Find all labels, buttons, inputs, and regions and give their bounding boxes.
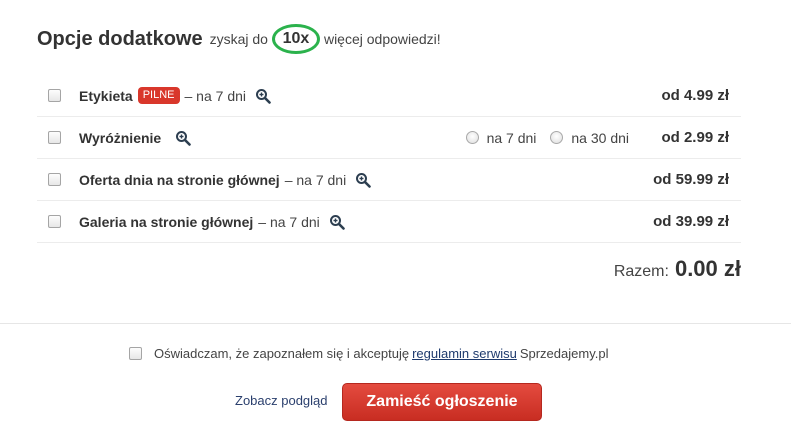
option-title: Galeria na stronie głównej – na 7 dni [79,214,345,230]
terms-link[interactable]: regulamin serwisu [412,346,517,361]
option-label: Wyróżnienie [79,129,162,146]
option-label: Etykieta [79,87,133,104]
zoom-icon[interactable] [255,88,271,104]
option-label: Oferta dnia na stronie głównej [79,171,280,188]
section-divider [0,323,791,324]
header-subtitle-after: więcej odpowiedzi! [323,31,441,47]
terms-text: Oświadczam, że zapoznałem się i akceptuj… [154,346,410,361]
total-summary: Razem: 0.00 zł [614,256,741,282]
duration-radio-group: na 7 dni na 30 dni [465,129,629,146]
submit-button[interactable]: Zamieść ogłoszenie [342,383,542,421]
option-checkbox[interactable] [48,131,61,144]
option-row-label: Etykieta PILNE – na 7 dni od 4.99 zł [37,75,741,117]
header-subtitle-before: zyskaj do [209,31,268,47]
terms-site-name: Sprzedajemy.pl [519,346,609,361]
option-duration: – na 7 dni [284,171,347,188]
option-label: Galeria na stronie głównej [79,213,254,230]
option-title: Oferta dnia na stronie głównej – na 7 dn… [79,171,372,188]
option-title: Wyróżnienie [79,129,192,146]
option-row-gallery: Galeria na stronie głównej – na 7 dni od… [37,201,741,243]
radio-30-days[interactable]: na 30 dni [550,130,629,146]
radio-button[interactable] [465,131,479,144]
total-label: Razem: [613,263,669,280]
radio-label: na 7 dni [486,129,537,146]
form-actions: Zobacz podgląd Zamieść ogłoszenie [0,383,791,421]
radio-button[interactable] [550,131,564,144]
option-title: Etykieta PILNE – na 7 dni [79,87,271,104]
option-row-offer-of-day: Oferta dnia na stronie głównej – na 7 dn… [37,159,741,201]
option-price: od 4.99 zł [661,87,729,104]
option-checkbox[interactable] [48,173,61,186]
option-checkbox[interactable] [48,215,61,228]
extra-options-header: Opcje dodatkowe zyskaj do 10x więcej odp… [37,22,441,56]
radio-7-days[interactable]: na 7 dni [465,129,537,146]
section-title: Opcje dodatkowe [37,27,203,50]
options-list: Etykieta PILNE – na 7 dni od 4.99 zł Wyr… [37,75,741,243]
option-price: od 39.99 zł [653,213,729,230]
option-row-highlight: Wyróżnienie na 7 dni na 30 dni od 2.99 z… [37,117,741,159]
option-price: od 2.99 zł [661,129,729,146]
zoom-icon[interactable] [329,214,345,230]
option-price: od 59.99 zł [653,171,729,188]
total-value: 0.00 zł [674,256,741,281]
option-checkbox[interactable] [48,89,61,102]
radio-label: na 30 dni [571,129,629,146]
preview-link[interactable]: Zobacz podgląd [235,393,328,408]
option-duration: – na 7 dni [258,213,320,230]
terms-acceptance: Oświadczam, że zapoznałem się i akceptuj… [129,346,608,361]
zoom-icon[interactable] [355,172,372,188]
terms-checkbox[interactable] [129,347,142,360]
option-duration: – na 7 dni [184,87,247,104]
pilne-tag: PILNE [137,87,180,104]
multiplier-badge: 10x [271,24,320,54]
zoom-icon[interactable] [175,130,192,146]
